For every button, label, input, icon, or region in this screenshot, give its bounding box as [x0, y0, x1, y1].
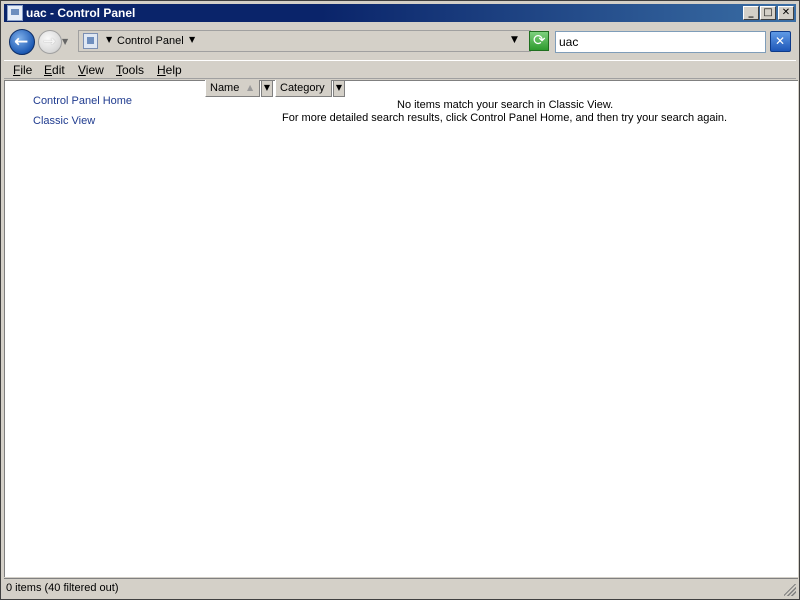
category-filter-dropdown-icon[interactable]: ▼ — [333, 80, 345, 97]
menu-bar: File Edit View Tools Help — [4, 60, 796, 79]
search-input[interactable] — [557, 33, 764, 51]
link-classic-view[interactable]: Classic View — [33, 115, 95, 127]
breadcrumb-separator-icon[interactable]: ▼ — [106, 35, 112, 44]
control-panel-icon — [83, 33, 98, 49]
resize-grip-icon[interactable] — [784, 584, 796, 596]
close-button[interactable]: ✕ — [778, 6, 794, 20]
column-header-name[interactable]: Name ▲ — [205, 80, 260, 97]
address-bar[interactable]: ▼ Control Panel ▼ ▼ — [78, 30, 531, 52]
refresh-icon[interactable] — [529, 31, 549, 51]
minimize-button[interactable]: _ — [743, 6, 759, 20]
forward-arrow-icon[interactable] — [38, 30, 62, 54]
menu-file[interactable]: File — [13, 63, 32, 77]
maximize-button[interactable]: □ — [760, 6, 776, 20]
title-bar[interactable]: uac - Control Panel _ □ ✕ — [4, 4, 796, 22]
name-filter-dropdown-icon[interactable]: ▼ — [261, 80, 273, 97]
breadcrumb-control-panel[interactable]: Control Panel — [117, 35, 184, 47]
item-count-status: 0 items (40 filtered out) — [6, 582, 119, 594]
no-results-message: No items match your search in Classic Vi… — [397, 99, 614, 111]
control-panel-icon — [7, 5, 23, 21]
address-dropdown-icon[interactable]: ▼ — [511, 35, 518, 45]
menu-view[interactable]: View — [78, 63, 104, 77]
navigation-toolbar: ▼ ▼ Control Panel ▼ ▼ — [4, 25, 796, 59]
content-area: Control Panel Home Classic View Name ▲ ▼… — [4, 80, 798, 577]
clear-search-button[interactable] — [770, 31, 791, 52]
back-arrow-icon[interactable] — [9, 29, 35, 55]
menu-tools[interactable]: Tools — [116, 63, 144, 77]
menu-help[interactable]: Help — [157, 63, 182, 77]
control-panel-window: uac - Control Panel _ □ ✕ ▼ ▼ Control Pa… — [0, 0, 800, 600]
column-header-category[interactable]: Category — [275, 80, 332, 97]
sort-ascending-icon: ▲ — [247, 83, 254, 92]
search-box[interactable] — [555, 31, 766, 53]
search-hint-message: For more detailed search results, click … — [282, 112, 728, 124]
breadcrumb-chevron-down-icon[interactable]: ▼ — [189, 35, 195, 44]
link-control-panel-home[interactable]: Control Panel Home — [33, 95, 132, 107]
window-title: uac - Control Panel — [26, 6, 136, 20]
menu-edit[interactable]: Edit — [44, 63, 65, 77]
recent-pages-dropdown[interactable]: ▼ — [62, 37, 72, 47]
status-bar: 0 items (40 filtered out) — [4, 578, 798, 598]
